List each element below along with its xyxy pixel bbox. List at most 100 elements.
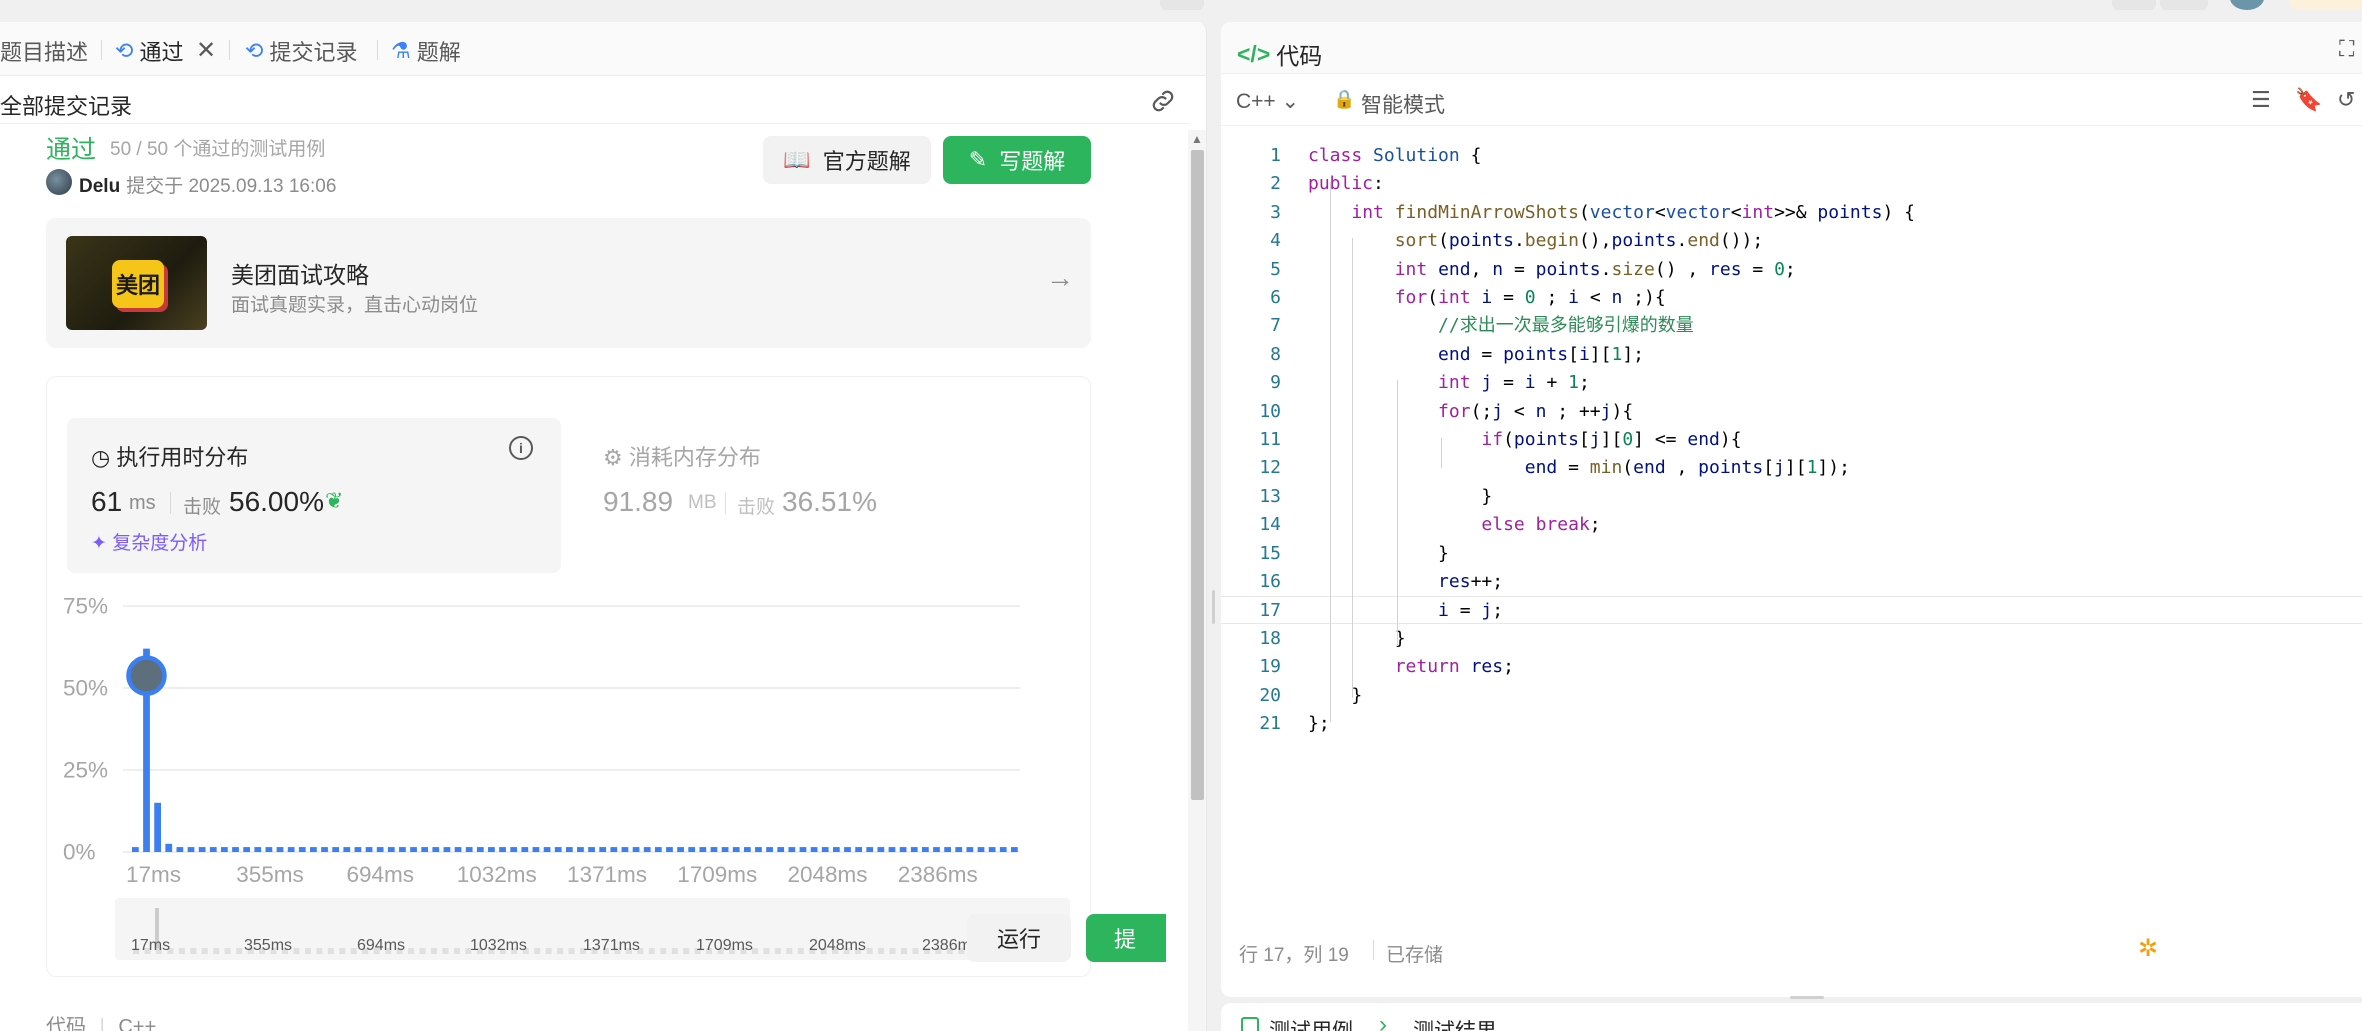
avatar[interactable] [46, 169, 72, 195]
promo-banner[interactable]: 美团 美团面试攻略 面试真题实录，直击心动岗位 → [46, 218, 1091, 348]
chart-bar[interactable] [399, 847, 406, 852]
chart-bar[interactable] [777, 847, 785, 852]
code-line[interactable]: 9 int j = i + 1; [1221, 369, 2362, 397]
tab-testcase[interactable]: 测试用例 [1269, 1015, 1353, 1031]
chart-bar[interactable] [810, 847, 818, 852]
official-solution-button[interactable]: 📖 官方题解 [763, 136, 931, 184]
panel-resize-handle[interactable] [1212, 590, 1215, 624]
chart-bar[interactable] [732, 847, 740, 852]
chart-bar[interactable] [354, 847, 362, 852]
chart-bar[interactable] [821, 847, 829, 852]
chart-bar[interactable] [632, 847, 640, 852]
chart-bar[interactable] [276, 847, 284, 852]
chart-bar[interactable] [410, 847, 417, 852]
code-line[interactable]: 8 end = points[i][1]; [1221, 341, 2362, 369]
chart-bar[interactable] [465, 847, 473, 852]
chart-bar[interactable] [710, 847, 718, 852]
runtime-distribution-chart[interactable]: 75% 50% 25% 0% 17ms 355ms 694ms 1032ms 1371ms 170… [60, 585, 1080, 885]
chart-bar[interactable] [232, 847, 239, 852]
chart-bar[interactable] [666, 847, 673, 852]
chart-bar[interactable] [588, 847, 595, 852]
chart-bar[interactable] [343, 847, 351, 852]
chart-bar[interactable] [888, 847, 896, 852]
chart-bar[interactable] [499, 847, 506, 852]
chart-bar[interactable] [877, 847, 885, 852]
chart-bar[interactable] [921, 847, 929, 852]
chart-bar[interactable] [1011, 847, 1018, 852]
submit-button[interactable]: 提 [1086, 914, 1166, 962]
code-line[interactable]: 17 i = j; [1221, 596, 2362, 625]
code-line[interactable]: 2 public: [1221, 170, 2362, 198]
all-submissions-link[interactable]: 全部提交记录 [0, 89, 132, 121]
chart-bar[interactable] [910, 847, 918, 852]
chart-bar[interactable] [510, 847, 518, 852]
chart-bar[interactable] [688, 847, 696, 852]
chart-bar[interactable] [365, 847, 373, 852]
scrollbar-thumb[interactable] [1191, 150, 1204, 800]
chart-bar[interactable] [165, 843, 173, 852]
code-line[interactable]: 4 sort(points.begin(),points.end()); [1221, 227, 2362, 255]
chart-bar[interactable] [488, 847, 495, 852]
chart-bar[interactable] [421, 847, 429, 852]
chart-bar[interactable] [287, 847, 295, 852]
debug-icon[interactable]: ✲ [2138, 934, 2158, 963]
chart-bar[interactable] [699, 847, 707, 852]
chart-bar[interactable] [521, 847, 529, 852]
chart-bar[interactable] [298, 847, 306, 852]
bookmark-icon[interactable]: 🔖 [2295, 87, 2322, 113]
code-line[interactable]: 18 } [1221, 625, 2362, 653]
code-line[interactable]: 7 //求出一次最多能够引爆的数量 [1221, 312, 2362, 340]
chart-bar[interactable] [977, 847, 985, 852]
chart-bar[interactable] [432, 847, 440, 852]
my-submission-marker[interactable] [126, 655, 167, 696]
chart-bar[interactable] [321, 847, 328, 852]
code-line[interactable]: 21}; [1221, 710, 2362, 738]
chart-range-slider[interactable]: 17ms 355ms 694ms 1032ms 1371ms 1709ms 2048ms 23… [115, 898, 1070, 960]
code-editor[interactable]: 1 class Solution {2 public: 3 int findMinAr… [1221, 138, 2362, 828]
chart-bar[interactable] [844, 847, 851, 852]
chart-bar[interactable] [443, 847, 451, 852]
panel-resize-handle[interactable] [1790, 996, 1824, 999]
chart-bar[interactable] [799, 847, 807, 852]
code-line[interactable]: 15 } [1221, 540, 2362, 568]
chart-bar[interactable] [999, 847, 1007, 852]
chart-bar[interactable] [265, 847, 273, 852]
info-icon[interactable]: i [509, 436, 533, 460]
chart-bar[interactable] [187, 847, 195, 852]
chart-bar[interactable] [476, 847, 484, 852]
chart-bar[interactable] [254, 847, 262, 852]
chart-bar[interactable] [654, 847, 662, 852]
top-button[interactable] [1160, 0, 1204, 10]
code-line[interactable]: 13 } [1221, 483, 2362, 511]
code-line[interactable]: 12 end = min(end , points[j][1]); [1221, 454, 2362, 482]
expand-icon[interactable]: ⛶ [2339, 36, 2354, 62]
chart-bar[interactable] [532, 847, 540, 852]
code-line[interactable]: 16 res++; [1221, 568, 2362, 596]
chart-bar[interactable] [376, 847, 384, 852]
chart-bar[interactable] [766, 847, 773, 852]
memory-tab[interactable]: ⚙ 消耗内存分布 [603, 440, 761, 472]
chart-bar[interactable] [855, 847, 862, 852]
chart-bar[interactable] [721, 847, 729, 852]
tab-submissions[interactable]: ⟲ 提交记录 [245, 38, 357, 65]
chart-bar[interactable] [944, 847, 951, 852]
chart-bar[interactable] [899, 847, 907, 852]
chart-bar[interactable] [966, 847, 974, 852]
smart-mode-toggle[interactable]: 智能模式 [1361, 89, 1445, 119]
code-line[interactable]: 5 int end, n = points.size() , res = 0; [1221, 256, 2362, 284]
tab-solutions[interactable]: ⚗ 题解 [391, 38, 461, 65]
write-solution-button[interactable]: ✎ 写题解 [943, 136, 1091, 184]
code-line[interactable]: 11 if(points[j][0] <= end){ [1221, 426, 2362, 454]
chart-bar[interactable] [621, 847, 629, 852]
chart-bar[interactable] [788, 847, 796, 852]
chart-bar[interactable] [310, 847, 317, 852]
chart-bar[interactable] [332, 847, 340, 852]
top-button[interactable] [2160, 0, 2208, 10]
chart-bar[interactable] [209, 847, 217, 852]
code-line[interactable]: 14 else break; [1221, 511, 2362, 539]
chart-bar[interactable] [221, 847, 228, 852]
tab-accepted[interactable]: ⟲ 通过 [115, 38, 183, 65]
chart-bar[interactable] [743, 847, 751, 852]
code-line[interactable]: 6 for(int i = 0 ; i < n ;){ [1221, 284, 2362, 312]
chart-bar[interactable] [832, 847, 840, 852]
